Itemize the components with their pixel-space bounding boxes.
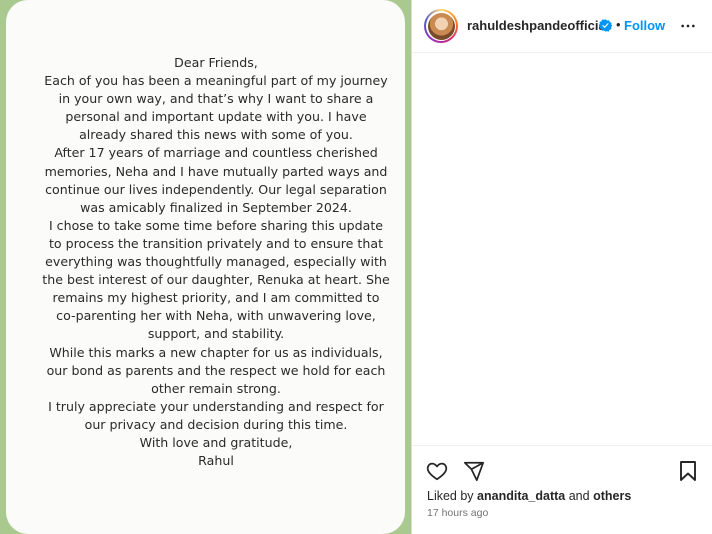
- letter-line: already shared this news with some of yo…: [79, 127, 353, 143]
- letter-line: Each of you has been a meaningful part o…: [44, 73, 388, 89]
- letter-line: support, and stability.: [147, 326, 285, 342]
- letter-line: co-parenting her with Neha, with unwaver…: [56, 308, 376, 324]
- letter-line: the best interest of our daughter, Renuk…: [42, 272, 390, 288]
- save-bookmark-icon[interactable]: [678, 460, 698, 482]
- letter-line: memories, Neha and I have mutually parte…: [44, 163, 388, 179]
- post-timestamp[interactable]: 17 hours ago: [427, 507, 488, 519]
- letter-line: After 17 years of marriage and countless…: [54, 145, 378, 161]
- letter-line: was amicably finalized in September 2024…: [80, 199, 352, 215]
- letter-line: our bond as parents and the respect we h…: [46, 362, 386, 378]
- liked-by-others-link[interactable]: others: [593, 489, 631, 503]
- more-options-icon[interactable]: [680, 18, 696, 34]
- liked-by-text: Liked by anandita_datta and others: [427, 489, 632, 503]
- letter-line: I truly appreciate your understanding an…: [48, 398, 384, 414]
- share-icon[interactable]: [463, 460, 485, 482]
- post-letter-text: Dear Friends, Each of you has been a mean…: [20, 54, 411, 470]
- letter-line: everything was thoughtfully managed, esp…: [45, 254, 387, 270]
- post-image-card: Dear Friends, Each of you has been a mean…: [6, 0, 405, 534]
- letter-line: Rahul: [198, 453, 234, 469]
- follow-button[interactable]: Follow: [624, 18, 665, 33]
- letter-line: Dear Friends,: [174, 55, 258, 70]
- actions-divider: [412, 445, 712, 446]
- letter-line: I chose to take some time before sharing…: [48, 217, 384, 233]
- avatar[interactable]: [424, 9, 458, 43]
- username-link[interactable]: rahuldeshpandeofficial: [467, 18, 609, 33]
- letter-line: personal and important update with you. …: [65, 109, 367, 125]
- liked-by-user-link[interactable]: anandita_datta: [477, 489, 565, 503]
- pane-divider: [411, 0, 412, 534]
- header-separator: •: [616, 17, 621, 32]
- letter-line: With love and gratitude,: [139, 434, 293, 450]
- letter-line: other remain strong.: [151, 380, 281, 396]
- letter-line: our privacy and decision during this tim…: [84, 416, 348, 432]
- post-media[interactable]: Dear Friends, Each of you has been a mean…: [0, 0, 411, 534]
- post-header: rahuldeshpandeofficial • Follow: [412, 0, 712, 53]
- letter-line: remains my highest priority, and I am co…: [52, 290, 380, 306]
- letter-line: in your own way, and that’s why I want t…: [58, 91, 374, 107]
- letter-line: to process the transition privately and …: [48, 235, 384, 251]
- verified-badge-icon: [599, 19, 612, 32]
- heart-icon[interactable]: [426, 460, 448, 482]
- letter-line: While this marks a new chapter for us as…: [49, 344, 383, 360]
- avatar-photo: [427, 12, 455, 40]
- letter-line: continue our lives independently. Our le…: [45, 181, 387, 197]
